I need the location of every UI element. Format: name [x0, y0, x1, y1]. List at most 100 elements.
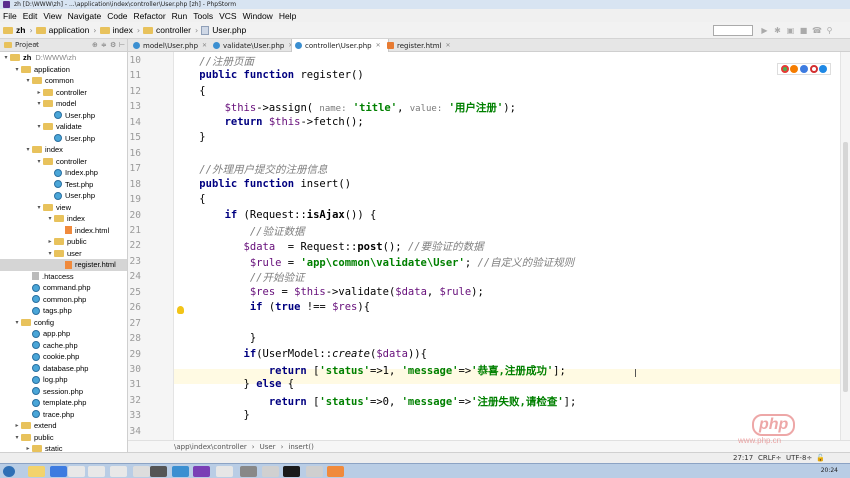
chevron-down-icon[interactable]: ▾	[46, 215, 54, 222]
code-line[interactable]: if (Request::isAjax()) {	[174, 209, 377, 221]
code-line[interactable]: }	[174, 131, 205, 143]
chevron-down-icon[interactable]: ▾	[24, 146, 32, 153]
chevron-right-icon[interactable]: ▸	[35, 89, 43, 96]
app-taskbar-icon[interactable]	[172, 466, 189, 477]
tree-item[interactable]: .htaccess	[0, 271, 127, 283]
code-line[interactable]: return ['status'=>0, 'message'=>'注册失败,请检…	[174, 394, 576, 409]
close-icon[interactable]: ✕	[376, 42, 381, 49]
tree-item[interactable]: ▾ validate	[0, 121, 127, 133]
menu-run[interactable]: Run	[172, 11, 188, 21]
coverage-icon[interactable]: ▣	[786, 26, 795, 35]
chevron-down-icon[interactable]: ▾	[35, 123, 43, 130]
tree-item[interactable]: index.html	[0, 225, 127, 237]
tree-item[interactable]: ▾ zh D:\WWW\zh	[0, 52, 127, 64]
code-line[interactable]: $this->assign( name: 'title', value: '用户…	[174, 100, 516, 115]
tree-item[interactable]: ▾ index	[0, 144, 127, 156]
code-line[interactable]: {	[174, 85, 205, 97]
hide-icon[interactable]: ⊢	[119, 42, 126, 49]
ie-icon[interactable]	[819, 65, 828, 73]
tree-item[interactable]: command.php	[0, 282, 127, 294]
tree-item[interactable]: cookie.php	[0, 351, 127, 363]
app-taskbar-icon[interactable]	[240, 466, 257, 477]
chevron-down-icon[interactable]: ▾	[35, 158, 43, 165]
tree-item[interactable]: common.php	[0, 294, 127, 306]
tree-item[interactable]: Index.php	[0, 167, 127, 179]
tree-item[interactable]: register.html	[0, 259, 127, 271]
chevron-down-icon[interactable]: ▾	[13, 319, 21, 326]
tree-item[interactable]: ▾ user	[0, 248, 127, 260]
tab-model-user[interactable]: model\User.php ✕	[130, 39, 222, 52]
chevron-down-icon[interactable]: ▾	[2, 54, 10, 61]
tree-item[interactable]: app.php	[0, 328, 127, 340]
menu-window[interactable]: Window	[243, 11, 273, 21]
code-line[interactable]: //验证数据	[174, 224, 305, 239]
nav-crumb-application[interactable]: application	[35, 25, 89, 35]
chevron-right-icon[interactable]: ▸	[13, 422, 21, 429]
tree-item[interactable]: ▾ index	[0, 213, 127, 225]
app-taskbar-icon[interactable]	[88, 466, 105, 477]
code-line[interactable]: $res = $this->validate($data, $rule);	[174, 286, 484, 298]
stop-icon[interactable]: ■	[799, 26, 808, 35]
nav-crumb-file[interactable]: User.php	[201, 25, 246, 35]
tree-item[interactable]: ▾ model	[0, 98, 127, 110]
chevron-down-icon[interactable]: ▾	[34, 42, 41, 49]
code-editor[interactable]: //注册页面 public function register() { $thi…	[174, 52, 840, 440]
tree-item[interactable]: ▾ controller	[0, 156, 127, 168]
chevron-down-icon[interactable]: ▾	[13, 66, 21, 73]
safari-icon[interactable]	[799, 65, 808, 73]
chevron-right-icon[interactable]: ▸	[46, 238, 54, 245]
chevron-down-icon[interactable]: ▾	[35, 100, 43, 107]
app-taskbar-icon[interactable]	[133, 466, 150, 477]
app-taskbar-icon[interactable]	[283, 466, 300, 477]
menu-vcs[interactable]: VCS	[219, 11, 236, 21]
chrome-icon[interactable]	[780, 65, 789, 73]
close-icon[interactable]: ✕	[446, 42, 451, 49]
tree-item[interactable]: ▸ controller	[0, 87, 127, 99]
start-button-icon[interactable]	[3, 466, 15, 477]
code-line[interactable]: return $this->fetch();	[174, 116, 364, 128]
chevron-down-icon[interactable]: ▾	[35, 204, 43, 211]
menu-navigate[interactable]: Navigate	[68, 11, 102, 21]
code-line[interactable]: }	[174, 332, 256, 344]
menu-edit[interactable]: Edit	[23, 11, 38, 21]
tree-item[interactable]: Test.php	[0, 179, 127, 191]
lightbulb-icon[interactable]	[177, 306, 184, 314]
collapse-all-icon[interactable]: ≑	[101, 42, 108, 49]
explorer-icon[interactable]	[28, 466, 45, 477]
listen-debug-icon[interactable]: ☎	[812, 26, 822, 35]
code-line[interactable]: //开始验证	[174, 270, 305, 285]
code-line[interactable]: //注册页面	[174, 54, 254, 69]
tree-item[interactable]: ▾ view	[0, 202, 127, 214]
vertical-scrollbar[interactable]	[840, 52, 850, 440]
app-taskbar-icon[interactable]	[306, 466, 323, 477]
app-taskbar-icon[interactable]	[216, 466, 233, 477]
target-icon[interactable]: ⊕	[92, 42, 99, 49]
code-line[interactable]: } else {	[174, 378, 295, 390]
code-line[interactable]: $data = Request::post(); //要验证的数据	[174, 239, 484, 254]
chrome-taskbar-icon[interactable]	[68, 466, 85, 477]
app-taskbar-icon[interactable]	[150, 466, 167, 477]
tab-controller-user[interactable]: controller\User.php ✕	[291, 39, 389, 52]
tree-item[interactable]: database.php	[0, 363, 127, 375]
gear-icon[interactable]: ⚙	[110, 42, 117, 49]
breadcrumb-class[interactable]: User	[260, 443, 276, 451]
tree-item[interactable]: template.php	[0, 397, 127, 409]
file-encoding[interactable]: UTF-8÷	[786, 454, 812, 462]
app-taskbar-icon[interactable]	[327, 466, 344, 477]
tree-item[interactable]: User.php	[0, 133, 127, 145]
close-icon[interactable]: ✕	[202, 42, 207, 49]
tree-item[interactable]: ▾ common	[0, 75, 127, 87]
tree-item[interactable]: ▾ config	[0, 317, 127, 329]
chevron-down-icon[interactable]: ▾	[13, 434, 21, 441]
run-configuration-select[interactable]	[713, 25, 753, 36]
opera-icon[interactable]	[809, 65, 818, 73]
tab-register-html[interactable]: register.html ✕	[384, 39, 474, 52]
tab-validate-user[interactable]: validate\User.php✕	[210, 39, 298, 52]
code-line[interactable]: }	[174, 409, 250, 421]
tree-item[interactable]: User.php	[0, 110, 127, 122]
run-icon[interactable]: ▶	[760, 26, 769, 35]
menu-help[interactable]: Help	[279, 11, 296, 21]
phpstorm-taskbar-icon[interactable]	[193, 466, 210, 477]
nav-crumb-project[interactable]: zh	[3, 25, 25, 35]
tree-item[interactable]: tags.php	[0, 305, 127, 317]
